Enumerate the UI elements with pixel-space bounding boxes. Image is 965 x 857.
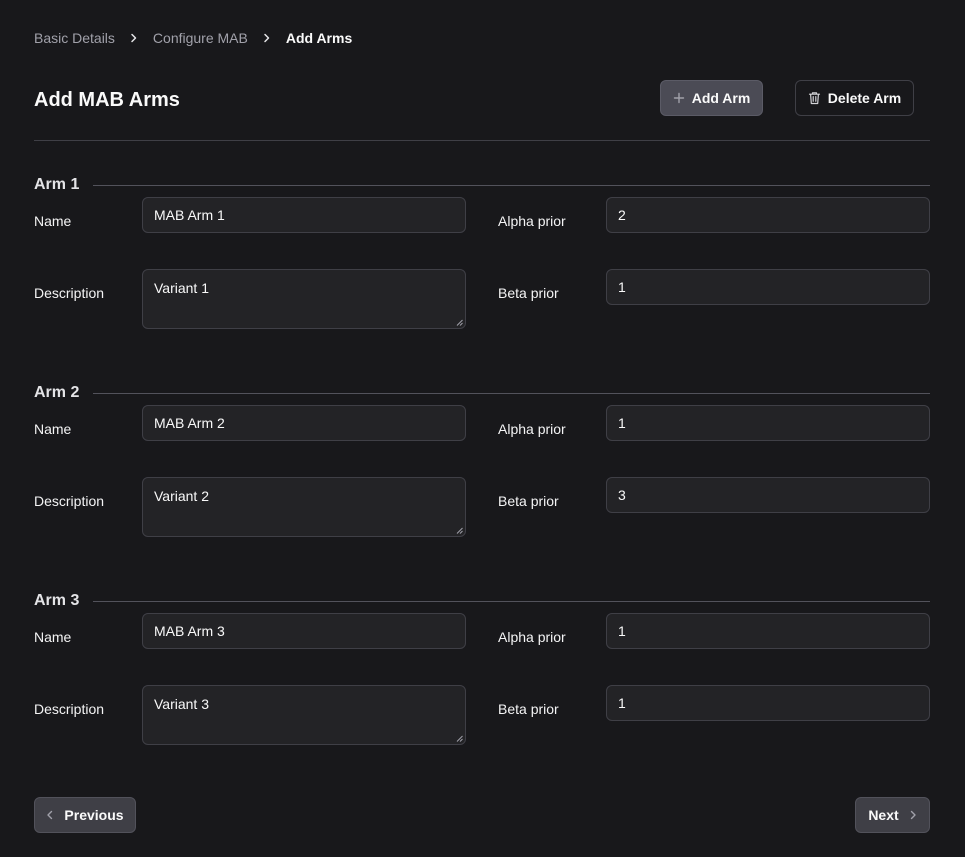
beta-prior-label: Beta prior	[498, 285, 559, 301]
add-arm-button[interactable]: Add Arm	[660, 80, 763, 116]
alpha-prior-input[interactable]: 2	[606, 197, 930, 233]
breadcrumb-basic-details[interactable]: Basic Details	[34, 30, 115, 46]
add-arm-label: Add Arm	[691, 90, 751, 106]
page-title: Add MAB Arms	[34, 89, 180, 111]
arm-description-input[interactable]: Variant 2	[142, 477, 466, 537]
arm-legend: Arm 3	[34, 592, 930, 610]
arm-description-input[interactable]: Variant 3	[142, 685, 466, 745]
chevron-right-icon	[129, 33, 139, 43]
resize-handle-icon[interactable]	[456, 527, 463, 534]
arm-description-value: Variant 1	[154, 280, 209, 296]
resize-handle-icon[interactable]	[456, 735, 463, 742]
chevron-right-icon	[910, 810, 916, 820]
beta-prior-input[interactable]: 1	[606, 269, 930, 305]
alpha-prior-label: Alpha prior	[498, 213, 566, 229]
alpha-prior-input[interactable]: 1	[606, 405, 930, 441]
add-arms-page: Basic Details Configure MAB Add Arms Add…	[0, 0, 965, 857]
previous-label: Previous	[64, 807, 124, 823]
alpha-prior-input[interactable]: 1	[606, 613, 930, 649]
arm-divider	[93, 184, 930, 186]
arm-title: Arm 3	[34, 592, 80, 609]
resize-handle-icon[interactable]	[456, 319, 463, 326]
delete-arm-label: Delete Arm	[827, 90, 902, 106]
arm-description-value: Variant 2	[154, 488, 209, 504]
breadcrumb-configure-mab[interactable]: Configure MAB	[153, 30, 248, 46]
arm-name-input[interactable]: MAB Arm 2	[142, 405, 466, 441]
beta-prior-label: Beta prior	[498, 701, 559, 717]
arm-divider	[93, 600, 930, 602]
chevron-left-icon	[47, 810, 53, 820]
arm-title: Arm 1	[34, 176, 80, 193]
alpha-prior-label: Alpha prior	[498, 421, 566, 437]
trash-icon	[808, 92, 820, 105]
arm-name-input[interactable]: MAB Arm 1	[142, 197, 466, 233]
breadcrumb-add-arms: Add Arms	[285, 30, 353, 46]
next-button[interactable]: Next	[855, 797, 930, 833]
beta-prior-label: Beta prior	[498, 493, 559, 509]
arm-description-value: Variant 3	[154, 696, 209, 712]
name-label: Name	[34, 421, 72, 437]
delete-arm-button[interactable]: Delete Arm	[795, 80, 914, 116]
next-label: Next	[868, 807, 899, 823]
arm-name-input[interactable]: MAB Arm 3	[142, 613, 466, 649]
description-label: Description	[34, 285, 105, 301]
plus-icon	[673, 92, 684, 104]
arm-legend: Arm 1	[34, 176, 930, 194]
arm-title: Arm 2	[34, 384, 80, 401]
breadcrumb: Basic Details Configure MAB Add Arms	[34, 30, 352, 46]
description-label: Description	[34, 493, 105, 509]
previous-button[interactable]: Previous	[34, 797, 136, 833]
arm-legend: Arm 2	[34, 384, 930, 402]
arm-description-input[interactable]: Variant 1	[142, 269, 466, 329]
chevron-right-icon	[262, 33, 272, 43]
description-label: Description	[34, 701, 105, 717]
header-divider	[34, 140, 930, 141]
beta-prior-input[interactable]: 1	[606, 685, 930, 721]
name-label: Name	[34, 629, 72, 645]
arm-divider	[93, 392, 930, 394]
beta-prior-input[interactable]: 3	[606, 477, 930, 513]
alpha-prior-label: Alpha prior	[498, 629, 566, 645]
name-label: Name	[34, 213, 72, 229]
